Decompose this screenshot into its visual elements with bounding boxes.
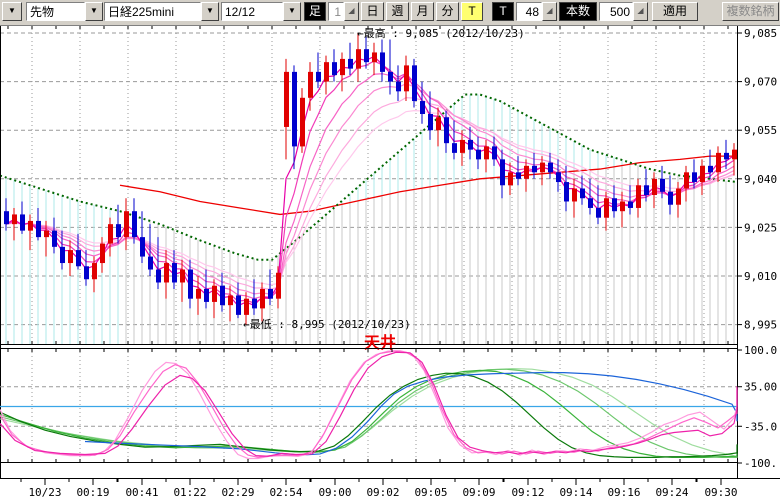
ashi-label: 足 [304, 2, 326, 21]
lowest-price-annotation: ←最低 : 8,995 (2012/10/23) [243, 318, 411, 331]
svg-text:35.00: 35.00 [744, 381, 777, 394]
svg-text:-35.0: -35.0 [744, 420, 777, 433]
ceiling-annotation: 天井 [364, 333, 396, 352]
spin-edit-icon[interactable]: ◢ [344, 2, 359, 21]
instrument-type-dropdown[interactable]: 先物 ▼ [26, 2, 103, 21]
spin-edit-icon[interactable]: ◢ [633, 2, 648, 21]
svg-text:9,055: 9,055 [744, 124, 777, 137]
timeframe-tick-button[interactable]: T [461, 2, 483, 21]
timeframe-minute-button[interactable]: 分 [436, 2, 459, 21]
contract-month-dropdown[interactable]: 12/12 ▼ [221, 2, 301, 21]
time-axis-label: 02:54 [269, 486, 302, 499]
time-axis-label: 02:29 [221, 486, 254, 499]
chevron-down-icon[interactable]: ▼ [85, 2, 103, 21]
timeframe-day-button[interactable]: 日 [361, 2, 384, 21]
svg-text:9,085: 9,085 [744, 27, 777, 40]
time-axis-label: 09:16 [607, 486, 640, 499]
collapse-toolbar-button[interactable]: ▼ [2, 2, 22, 21]
time-axis-label: 09:02 [366, 486, 399, 499]
time-axis-label: 00:41 [125, 486, 158, 499]
time-axis-label: 09:05 [414, 486, 447, 499]
svg-text:100.0: 100.0 [744, 344, 777, 357]
contract-month-value: 12/12 [221, 2, 283, 21]
svg-text:9,070: 9,070 [744, 76, 777, 89]
svg-text:9,010: 9,010 [744, 270, 777, 283]
symbol-value: 日経225mini [104, 2, 201, 21]
timeframe-month-button[interactable]: 月 [411, 2, 434, 21]
time-axis-label: 09:24 [655, 486, 688, 499]
tick-count-spinner[interactable]: 48 ◢ [516, 2, 557, 21]
tick-count-value: 48 [516, 2, 542, 21]
chart-application-window: { "toolbar": { "collapse_arrow": "▼", "i… [0, 0, 780, 500]
t-label: T [492, 2, 514, 21]
time-axis-label: 09:09 [462, 486, 495, 499]
chart-canvas[interactable]: 9,085 9,070 9,055 9,040 9,025 9,010 8,995 ←最高 :… [0, 0, 780, 500]
interval-value: 1 [328, 2, 344, 21]
chart-svg[interactable]: 9,085 9,070 9,055 9,040 9,025 9,010 8,995 ←最高 :… [0, 0, 780, 500]
chevron-down-icon[interactable]: ▼ [283, 2, 301, 21]
svg-text:9,040: 9,040 [744, 173, 777, 186]
toolbar: ▼ 先物 ▼ 日経225mini ▼ 12/12 ▼ 足 1 ◢ 日 週 月 分… [0, 0, 780, 26]
bar-count-spinner[interactable]: 500 ◢ [599, 2, 648, 21]
time-axis-label: 00:19 [76, 486, 109, 499]
symbol-dropdown[interactable]: 日経225mini ▼ [104, 2, 219, 21]
apply-button[interactable]: 適用 [652, 2, 698, 21]
multi-symbol-button[interactable]: 複数銘柄 [722, 2, 779, 21]
time-axis-label: 09:12 [511, 486, 544, 499]
svg-text:9,025: 9,025 [744, 221, 777, 234]
interval-spinner[interactable]: 1 ◢ [328, 2, 359, 21]
time-axis-label: 09:00 [318, 486, 351, 499]
spin-edit-icon[interactable]: ◢ [542, 2, 557, 21]
honsu-label: 本数 [559, 2, 597, 21]
time-axis-label: 01:22 [173, 486, 206, 499]
highest-price-annotation: ←最高 : 9,085 (2012/10/23) [357, 26, 525, 40]
time-axis-label: 09:30 [704, 486, 737, 499]
instrument-type-value: 先物 [26, 2, 85, 21]
svg-text:-100.: -100. [744, 457, 777, 470]
svg-text:8,995: 8,995 [744, 319, 777, 332]
timeframe-week-button[interactable]: 週 [386, 2, 409, 21]
time-axis-label: 10/23 [28, 486, 61, 499]
bar-count-value: 500 [599, 2, 633, 21]
chevron-down-icon[interactable]: ▼ [201, 2, 219, 21]
time-axis-label: 09:14 [559, 486, 592, 499]
